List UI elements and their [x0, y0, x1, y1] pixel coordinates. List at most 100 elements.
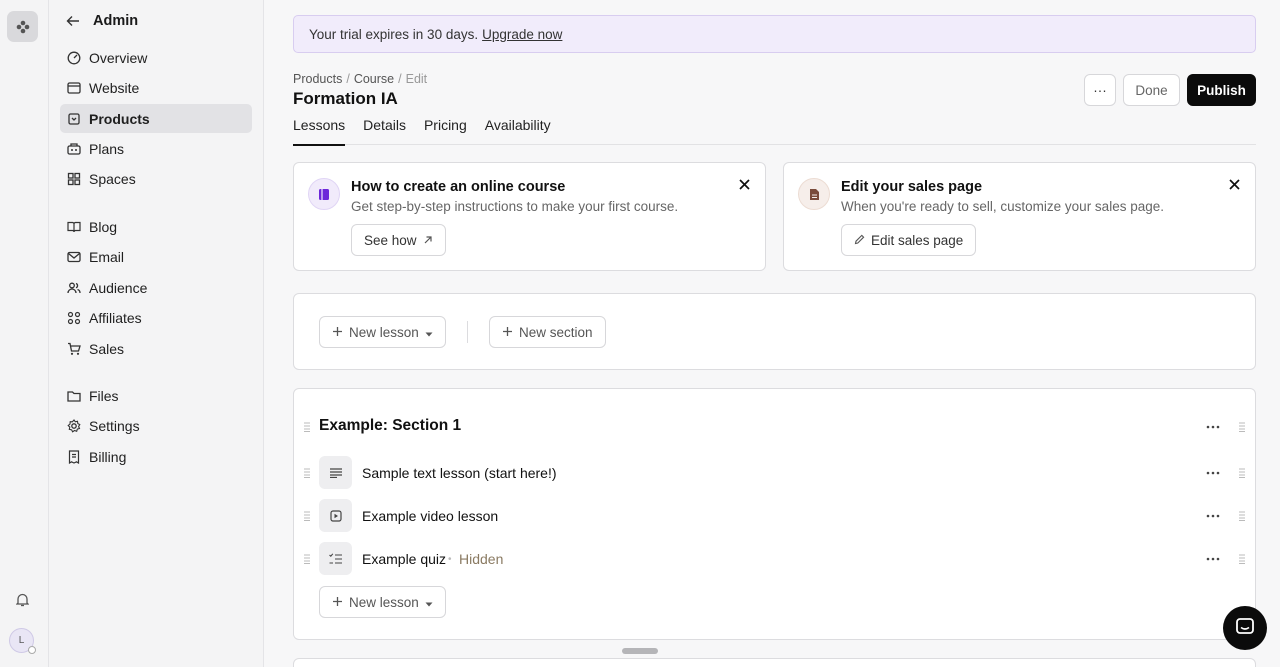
sidebar-item-label: Email	[89, 248, 125, 265]
scroll-handle[interactable]	[622, 648, 658, 654]
drag-handle-icon[interactable]	[303, 422, 311, 432]
sidebar-item-label: Files	[89, 387, 119, 404]
breadcrumb-products[interactable]: Products	[293, 72, 342, 86]
sidebar-item-audience[interactable]: Audience	[60, 273, 252, 302]
lesson-title[interactable]: Example quiz	[362, 551, 446, 567]
product-icon	[67, 112, 81, 126]
edit-sales-page-label: Edit sales page	[871, 232, 964, 248]
sidebar-item-plans[interactable]: Plans	[60, 134, 252, 163]
drag-handle-icon[interactable]	[1238, 511, 1246, 521]
sidebar-title: Admin	[93, 13, 139, 29]
affiliates-icon	[67, 311, 81, 325]
folder-icon	[67, 389, 81, 403]
sidebar-item-billing[interactable]: Billing	[60, 442, 252, 471]
new-section-button[interactable]: New section	[489, 316, 606, 348]
people-icon	[67, 281, 81, 295]
avatar[interactable]: L	[9, 628, 36, 654]
lesson-title[interactable]: Example video lesson	[362, 508, 498, 524]
sidebar-item-spaces[interactable]: Spaces	[60, 164, 252, 193]
gear-icon	[67, 418, 81, 433]
see-how-label: See how	[364, 232, 417, 248]
breadcrumb: Products / Course / Edit	[293, 72, 427, 86]
sidebar-item-overview[interactable]: Overview	[60, 43, 252, 72]
edit-sales-page-button[interactable]: Edit sales page	[841, 224, 977, 256]
sidebar-item-settings[interactable]: Settings	[60, 411, 252, 440]
page-title: Formation IA	[293, 89, 398, 108]
breadcrumb-edit: Edit	[405, 72, 428, 86]
ellipsis-icon: ···	[1093, 82, 1107, 98]
drag-handle-icon[interactable]	[1238, 468, 1246, 478]
sidebar-item-label: Website	[89, 79, 140, 96]
publish-button[interactable]: Publish	[1187, 74, 1256, 106]
app-rail: L	[0, 0, 49, 667]
sidebar-item-files[interactable]: Files	[60, 381, 252, 410]
sidebar-item-label: Audience	[89, 279, 148, 296]
sales-page-subtitle: When you're ready to sell, customize you…	[841, 199, 1164, 214]
browser-icon	[67, 81, 81, 95]
tab-pricing[interactable]: Pricing	[424, 114, 467, 145]
receipt-icon	[67, 449, 81, 464]
spaces-icon	[67, 172, 81, 186]
lesson-title[interactable]: Sample text lesson (start here!)	[362, 465, 557, 481]
header-actions: ··· Done Publish	[1084, 74, 1256, 106]
sidebar-item-label: Settings	[89, 417, 140, 434]
trial-banner: Your trial expires in 30 days. Upgrade n…	[293, 15, 1256, 53]
status-dot-icon	[28, 646, 36, 654]
sidebar-item-affiliates[interactable]: Affiliates	[60, 303, 252, 332]
course-guide-card: How to create an online course Get step-…	[293, 162, 766, 271]
breadcrumb-course[interactable]: Course	[354, 72, 394, 86]
caret-down-icon	[425, 595, 433, 610]
bullet-separator: •	[448, 554, 452, 565]
mail-icon	[67, 250, 81, 264]
new-lesson-label: New lesson	[349, 594, 419, 610]
sidebar-item-label: Affiliates	[89, 309, 142, 326]
done-button[interactable]: Done	[1123, 74, 1180, 106]
sidebar-item-label: Billing	[89, 448, 127, 465]
plus-icon	[332, 595, 343, 610]
sidebar-item-sales[interactable]: Sales	[60, 334, 252, 363]
drag-handle-icon[interactable]	[1238, 554, 1246, 564]
drag-handle-icon[interactable]	[1238, 422, 1246, 432]
see-how-button[interactable]: See how	[351, 224, 446, 256]
sidebar-item-label: Blog	[89, 218, 118, 235]
close-icon[interactable]	[1226, 176, 1242, 192]
breadcrumb-separator: /	[398, 72, 402, 86]
ellipsis-icon[interactable]	[1205, 465, 1221, 481]
ellipsis-icon[interactable]	[1205, 551, 1221, 567]
sidebar-item-blog[interactable]: Blog	[60, 212, 252, 241]
ellipsis-icon[interactable]	[1205, 508, 1221, 524]
section-new-lesson-button[interactable]: New lesson	[319, 586, 446, 618]
upgrade-link[interactable]: Upgrade now	[482, 27, 562, 42]
drag-handle-icon[interactable]	[303, 554, 311, 564]
new-lesson-button[interactable]: New lesson	[319, 316, 446, 348]
drag-handle-icon[interactable]	[303, 511, 311, 521]
sidebar-item-label: Sales	[89, 340, 125, 357]
sidebar: Admin Overview Website Products Plans Sp…	[49, 0, 264, 667]
tab-details[interactable]: Details	[363, 114, 406, 145]
text-lines-icon	[319, 456, 352, 489]
bell-icon[interactable]	[13, 591, 31, 609]
workspace-logo-icon[interactable]	[7, 11, 38, 42]
builder-actions-card: New lesson New section	[293, 293, 1256, 370]
sidebar-item-products[interactable]: Products	[60, 104, 252, 133]
tab-availability[interactable]: Availability	[485, 114, 551, 145]
quiz-icon	[319, 542, 352, 575]
sidebar-item-website[interactable]: Website	[60, 73, 252, 102]
course-guide-title: How to create an online course	[351, 179, 566, 195]
tab-lessons[interactable]: Lessons	[293, 114, 346, 146]
close-icon[interactable]	[736, 176, 752, 192]
ellipsis-icon[interactable]	[1205, 419, 1221, 435]
chat-support-button[interactable]	[1223, 606, 1267, 650]
next-section-card	[293, 658, 1256, 667]
section-title[interactable]: Example: Section 1	[319, 417, 461, 435]
back-arrow-icon[interactable]	[65, 13, 81, 29]
section-card: Example: Section 1 Sample text lesson (s…	[293, 388, 1256, 640]
drag-handle-icon[interactable]	[303, 468, 311, 478]
sidebar-item-email[interactable]: Email	[60, 242, 252, 271]
document-icon	[798, 178, 830, 210]
sales-page-card: Edit your sales page When you're ready t…	[783, 162, 1256, 271]
more-options-button[interactable]: ···	[1084, 74, 1116, 106]
sidebar-item-label: Products	[89, 110, 150, 127]
gauge-icon	[67, 51, 81, 65]
breadcrumb-separator: /	[346, 72, 350, 86]
